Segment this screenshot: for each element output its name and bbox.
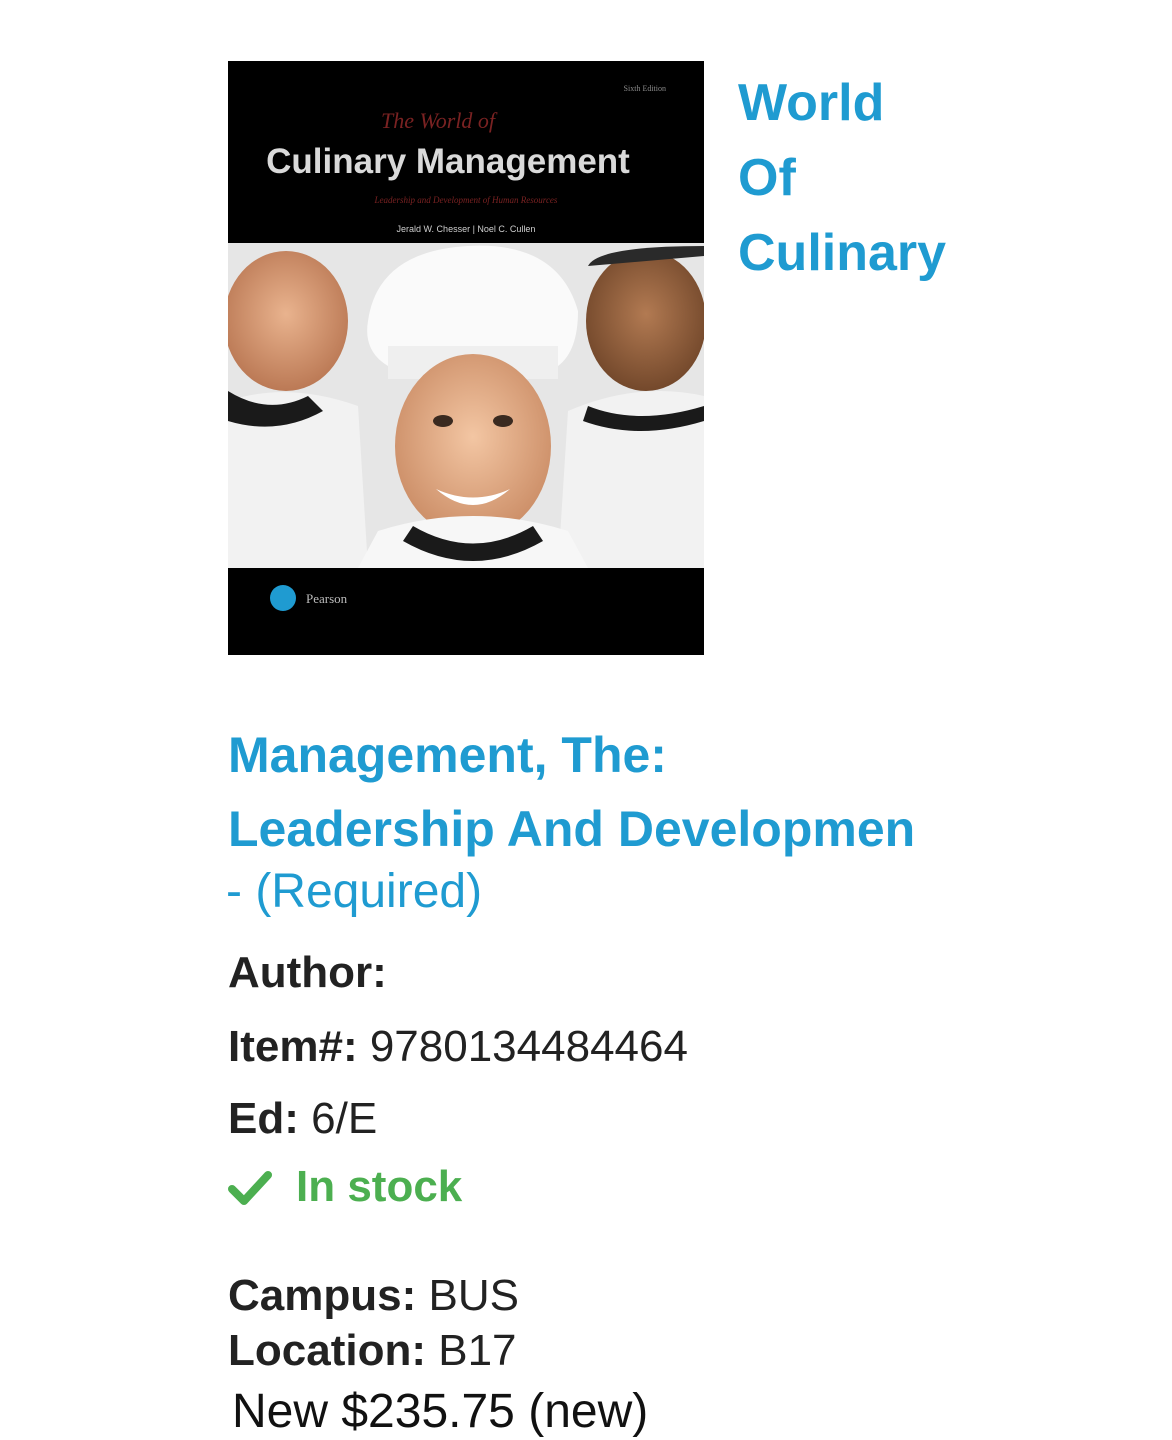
stock-label: In stock [296, 1162, 463, 1211]
svg-text:Culinary Management: Culinary Management [266, 142, 630, 181]
author-label: Author: [228, 948, 387, 997]
edition-field: Ed: 6/E [228, 1094, 377, 1144]
title-line-management: Management, The: [228, 727, 667, 783]
title-line-world: World [738, 74, 885, 132]
item-number-label: Item#: [228, 1022, 358, 1071]
svg-text:Pearson: Pearson [306, 591, 348, 606]
book-title-link[interactable]: World Of Culinary [738, 66, 946, 291]
edition-label: Ed: [228, 1094, 299, 1143]
book-cover-image[interactable]: Sixth Edition The World of Culinary Mana… [228, 61, 704, 655]
location-label: Location: [228, 1326, 426, 1375]
campus-field: Campus: BUS [228, 1271, 519, 1321]
required-label: - (Required) [226, 865, 483, 918]
item-number-value: 9780134484464 [369, 1022, 688, 1071]
title-line-leadership: Leadership And Developmen [228, 801, 916, 857]
svg-text:The World of: The World of [381, 108, 498, 133]
title-line-culinary: Culinary [738, 224, 947, 282]
author-field: Author: [228, 948, 387, 998]
title-line-of: Of [738, 149, 796, 207]
stock-status: In stock [228, 1162, 462, 1212]
svg-text:Sixth Edition: Sixth Edition [624, 84, 666, 93]
price-option[interactable]: New $235.75 (new) [232, 1384, 648, 1439]
campus-label: Campus: [228, 1271, 417, 1320]
book-title-continued-link[interactable]: Management, The: Leadership And Developm… [228, 718, 1128, 866]
location-field: Location: B17 [228, 1326, 517, 1376]
item-number-field: Item#: 9780134484464 [228, 1022, 688, 1072]
svg-text:Jerald W. Chesser | Noel C. Cu: Jerald W. Chesser | Noel C. Cullen [397, 224, 536, 234]
edition-value: 6/E [311, 1094, 378, 1143]
svg-text:Leadership and Development of: Leadership and Development of Human Reso… [374, 195, 558, 205]
location-value: B17 [438, 1326, 517, 1375]
check-icon [228, 1171, 272, 1205]
campus-value: BUS [428, 1271, 519, 1320]
